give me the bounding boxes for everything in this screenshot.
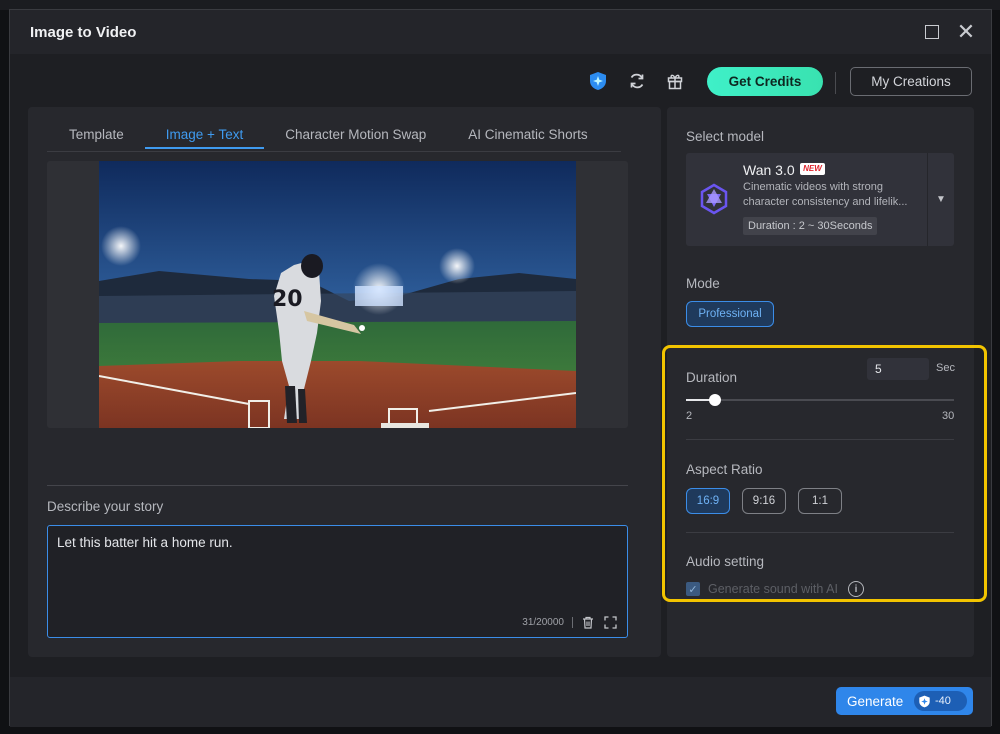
duration-min-label: 2 — [686, 410, 693, 422]
settings-panel: Select model Wan 3.0 NEW Cinematic video… — [667, 107, 974, 657]
title-bar: Image to Video ✕ — [10, 10, 991, 54]
close-icon: ✕ — [956, 19, 976, 44]
story-text[interactable]: Let this batter hit a home run. — [57, 535, 233, 550]
tab-template[interactable]: Template — [48, 125, 145, 149]
expand-icon — [603, 615, 617, 629]
toolbar: Get Credits My Creations — [10, 66, 991, 98]
duration-max-label: 30 — [942, 410, 955, 422]
mode-professional-button[interactable]: Professional — [686, 301, 774, 327]
story-footer: 31/20000 — [522, 615, 617, 629]
credit-cost: -40 — [935, 695, 951, 707]
audio-option-row: ✓ Generate sound with AI i — [686, 581, 864, 597]
dialog-footer: Generate -40 — [10, 677, 991, 727]
generate-label: Generate — [847, 693, 904, 709]
aspect-9-16-button[interactable]: 9:16 — [742, 488, 786, 514]
model-description: Cinematic videos with strong character c… — [743, 181, 908, 208]
story-label: Describe your story — [47, 499, 164, 514]
select-model-label: Select model — [686, 129, 765, 144]
baseball-preview-image: 20 — [99, 161, 576, 428]
maximize-button[interactable] — [922, 22, 942, 42]
input-panel: Template Image + Text Character Motion S… — [28, 107, 661, 657]
model-duration-tag: Duration : 2 ~ 30Seconds — [743, 217, 878, 235]
story-divider — [47, 485, 628, 486]
my-creations-button[interactable]: My Creations — [850, 67, 972, 96]
aspect-ratio-label: Aspect Ratio — [686, 462, 763, 477]
refresh-button[interactable] — [626, 70, 648, 92]
tab-ai-cinematic-shorts[interactable]: AI Cinematic Shorts — [447, 125, 608, 149]
window-title: Image to Video — [30, 23, 137, 41]
aspect-1-1-button[interactable]: 1:1 — [798, 488, 842, 514]
mode-label: Mode — [686, 276, 720, 291]
model-selector[interactable]: Wan 3.0 NEW Cinematic videos with strong… — [686, 153, 954, 246]
duration-slider[interactable] — [686, 394, 954, 406]
jersey-number: 20 — [272, 287, 303, 312]
get-credits-button[interactable]: Get Credits — [707, 67, 823, 96]
story-textarea[interactable]: Let this batter hit a home run. 31/20000 — [47, 525, 628, 638]
generate-button[interactable]: Generate -40 — [836, 687, 973, 715]
credit-shield-icon — [919, 695, 930, 707]
generate-sound-checkbox[interactable]: ✓ — [686, 582, 700, 596]
uploaded-image-area[interactable]: 20 — [47, 161, 628, 428]
tab-character-motion-swap[interactable]: Character Motion Swap — [264, 125, 447, 149]
chevron-down-icon: ▼ — [936, 194, 946, 205]
duration-slider-thumb[interactable] — [709, 394, 721, 406]
delete-button[interactable] — [581, 615, 595, 629]
tabs-underline — [47, 151, 621, 152]
duration-unit: Sec — [936, 362, 955, 374]
credits-shield-button[interactable] — [587, 70, 609, 92]
toolbar-divider — [835, 72, 836, 94]
gift-button[interactable] — [664, 70, 686, 92]
close-button[interactable]: ✕ — [956, 19, 976, 44]
wan-model-logo-icon — [700, 183, 728, 215]
maximize-icon — [925, 25, 939, 39]
expand-button[interactable] — [603, 615, 617, 629]
new-badge: NEW — [800, 163, 825, 175]
aspect-16-9-button[interactable]: 16:9 — [686, 488, 730, 514]
footer-separator — [572, 616, 573, 628]
model-name: Wan 3.0 — [743, 162, 795, 178]
check-icon: ✓ — [688, 583, 698, 596]
trash-icon — [583, 616, 593, 629]
credit-cost-pill: -40 — [914, 691, 967, 711]
mode-tabs: Template Image + Text Character Motion S… — [48, 125, 609, 151]
divider-mode — [686, 346, 954, 347]
duration-label: Duration — [686, 370, 738, 385]
info-icon[interactable]: i — [847, 581, 864, 597]
char-count: 31/20000 — [522, 616, 564, 628]
duration-input[interactable] — [867, 358, 929, 380]
generate-sound-label: Generate sound with AI — [708, 582, 838, 596]
refresh-icon — [630, 73, 644, 89]
model-dropdown-button[interactable]: ▼ — [927, 153, 954, 246]
divider-aspect — [686, 532, 954, 533]
image-to-video-dialog: Image to Video ✕ Get Credits My Creation… — [9, 9, 992, 727]
audio-setting-label: Audio setting — [686, 554, 765, 569]
gift-icon — [667, 74, 683, 90]
credits-shield-icon — [590, 72, 606, 90]
tab-image-text[interactable]: Image + Text — [144, 125, 265, 149]
divider-duration — [686, 439, 954, 440]
